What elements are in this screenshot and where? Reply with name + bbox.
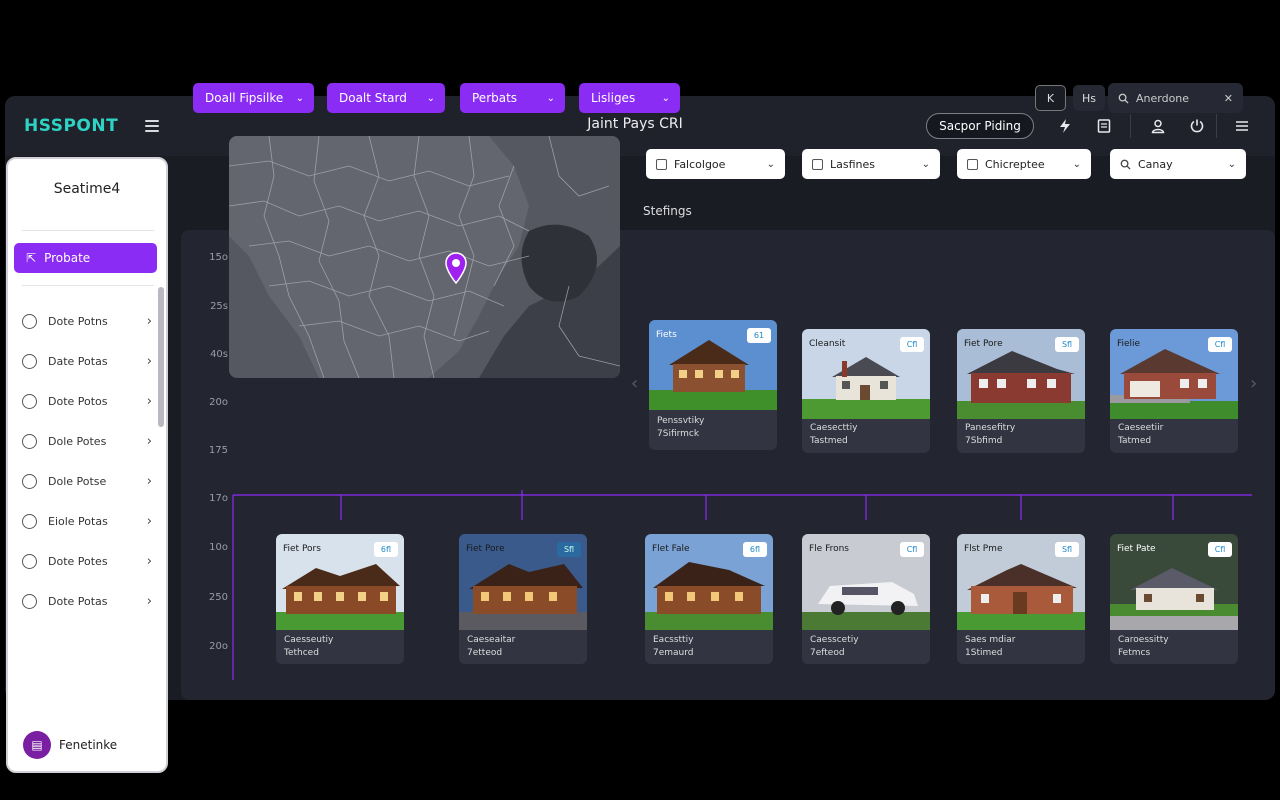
listing-line-1: Panesefitry bbox=[965, 423, 1016, 433]
listing-line-2: 7efteod bbox=[810, 648, 845, 658]
divider bbox=[22, 230, 154, 231]
sidebar-item[interactable]: Dote Potes › bbox=[22, 549, 152, 573]
status-badge: Sfl bbox=[557, 542, 581, 557]
timeline-card[interactable]: Fiet Pore Sfl Caeseaitar 7etteod bbox=[459, 534, 587, 664]
listing-name: Flst Pme bbox=[964, 544, 1003, 554]
listing-card[interactable]: Fiets 61 Penssvtiky 7Sifirmck bbox=[649, 320, 777, 450]
chevron-right-icon: › bbox=[146, 593, 152, 609]
listing-line-1: Caeseetiir bbox=[1118, 423, 1164, 433]
radio-button[interactable] bbox=[22, 433, 37, 449]
sidebar-item-label: Dote Potas bbox=[48, 594, 108, 608]
listing-line-2: 7emaurd bbox=[653, 648, 694, 658]
timeline-card[interactable]: Flet Fale 6fl Eacssttiy 7emaurd bbox=[645, 534, 773, 664]
sidebar-item-label: Dote Potes bbox=[48, 554, 108, 568]
listing-line-1: Caesseutiy bbox=[284, 635, 334, 645]
listing-name: Fiets bbox=[656, 330, 677, 340]
sidebar-item-label: Dole Potse bbox=[48, 474, 107, 488]
radio-button[interactable] bbox=[22, 353, 37, 369]
listing-line-2: Fetmcs bbox=[1118, 648, 1151, 658]
listing-line-2: 7etteod bbox=[467, 648, 503, 658]
radio-button[interactable] bbox=[22, 393, 37, 409]
sidebar-item-label: Date Potas bbox=[48, 354, 108, 368]
sidebar-footer[interactable]: ▤ Fenetinke bbox=[23, 731, 117, 759]
chevron-right-icon: › bbox=[146, 553, 152, 569]
footer-label: Fenetinke bbox=[59, 738, 118, 752]
listing-line-1: Eacssttiy bbox=[653, 635, 694, 645]
listing-line-2: Tatmed bbox=[1118, 436, 1152, 446]
chevron-right-icon: › bbox=[146, 433, 152, 449]
radio-button[interactable] bbox=[22, 513, 37, 529]
status-badge: 6fl bbox=[743, 542, 767, 557]
timeline-card[interactable]: Flst Pme Sfl Saes mdiar 1Stimed bbox=[957, 534, 1085, 664]
sidebar-item[interactable]: Dole Potes › bbox=[22, 429, 152, 453]
sidebar-title: Seatime4 bbox=[53, 181, 121, 197]
sidebar: Seatime4 ⇱ Probate Dote Potns › Date Pota… bbox=[6, 157, 168, 773]
sidebar-item-label: Probate bbox=[44, 251, 91, 265]
listing-line-1: Caesscetiy bbox=[810, 635, 859, 645]
chevron-right-icon: › bbox=[146, 393, 152, 409]
status-badge: Cfl bbox=[1208, 542, 1232, 557]
listing-line-2: Tastmed bbox=[810, 436, 848, 446]
radio-button[interactable] bbox=[22, 313, 37, 329]
listing-line-1: Caroessitty bbox=[1118, 635, 1169, 645]
sidebar-item-probate[interactable]: ⇱ Probate bbox=[14, 243, 157, 273]
chevron-right-icon: › bbox=[146, 473, 152, 489]
listing-line-2: 1Stimed bbox=[965, 648, 1003, 658]
sidebar-item[interactable]: Dole Potse › bbox=[22, 469, 152, 493]
listing-name: Fiet Pore bbox=[466, 544, 505, 554]
carousel-next-icon[interactable]: › bbox=[1250, 373, 1257, 394]
carousel-prev-icon[interactable]: ‹ bbox=[631, 373, 638, 394]
chevron-right-icon: › bbox=[146, 353, 152, 369]
sidebar-item-label: Dote Potns bbox=[48, 314, 108, 328]
calendar-icon: ▤ bbox=[23, 731, 51, 759]
status-badge: Cfl bbox=[1208, 337, 1232, 352]
sidebar-item[interactable]: Dote Potos › bbox=[22, 389, 152, 413]
status-badge: Cfl bbox=[900, 542, 924, 557]
listing-name: Cleansit bbox=[809, 339, 846, 349]
listing-card[interactable]: Fielie Cfl Caeseetiir Tatmed bbox=[1110, 329, 1238, 453]
listing-line-1: Caeseaitar bbox=[467, 635, 516, 645]
status-badge: Sfl bbox=[1055, 542, 1079, 557]
chevron-right-icon: › bbox=[146, 313, 152, 329]
sidebar-item[interactable]: Dote Potas › bbox=[22, 589, 152, 613]
timeline-card[interactable]: Fle Frons Cfl Caesscetiy 7efteod bbox=[802, 534, 930, 664]
timeline-connectors bbox=[232, 490, 1252, 680]
listing-line-2: 7Sbfimd bbox=[965, 436, 1003, 446]
listing-line-2: 7Sifirmck bbox=[657, 429, 700, 439]
listing-line-1: Penssvtiky bbox=[657, 416, 705, 426]
status-badge: Cfl bbox=[900, 337, 924, 352]
listing-name: Fiet Pore bbox=[964, 339, 1003, 349]
radio-button[interactable] bbox=[22, 553, 37, 569]
sidebar-item[interactable]: Eiole Potas › bbox=[22, 509, 152, 533]
radio-button[interactable] bbox=[22, 473, 37, 489]
arrow-icon: ⇱ bbox=[26, 251, 37, 265]
timeline-card[interactable]: Fiet Pors 6fl Caesseutiy Tethced bbox=[276, 534, 404, 664]
listing-card[interactable]: Fiet Pore Sfl Panesefitry 7Sbfimd bbox=[957, 329, 1085, 453]
listing-name: Fle Frons bbox=[809, 544, 849, 554]
chevron-right-icon: › bbox=[146, 513, 152, 529]
radio-button[interactable] bbox=[22, 593, 37, 609]
sidebar-scrollbar[interactable] bbox=[158, 287, 164, 427]
listing-line-1: Caesecttiy bbox=[810, 423, 858, 433]
sidebar-item-label: Eiole Potas bbox=[48, 514, 108, 528]
timeline-card[interactable]: Fiet Pate Cfl Caroessitty Fetmcs bbox=[1110, 534, 1238, 664]
status-badge: 6fl bbox=[374, 542, 398, 557]
sidebar-item[interactable]: Date Potas › bbox=[22, 349, 152, 373]
listing-card[interactable]: Cleansit Cfl Caesecttiy Tastmed bbox=[802, 329, 930, 453]
listing-name: Fielie bbox=[1117, 339, 1141, 349]
listing-name: Fiet Pors bbox=[283, 544, 321, 554]
listing-line-2: Tethced bbox=[284, 648, 319, 658]
listing-name: Fiet Pate bbox=[1117, 544, 1156, 554]
divider bbox=[22, 285, 154, 286]
status-badge: Sfl bbox=[1055, 337, 1079, 352]
listing-name: Flet Fale bbox=[652, 544, 690, 554]
status-badge: 61 bbox=[747, 328, 771, 343]
listing-line-1: Saes mdiar bbox=[965, 635, 1016, 645]
sidebar-item[interactable]: Dote Potns › bbox=[22, 309, 152, 333]
sidebar-item-label: Dole Potes bbox=[48, 434, 107, 448]
sidebar-item-label: Dote Potos bbox=[48, 394, 108, 408]
